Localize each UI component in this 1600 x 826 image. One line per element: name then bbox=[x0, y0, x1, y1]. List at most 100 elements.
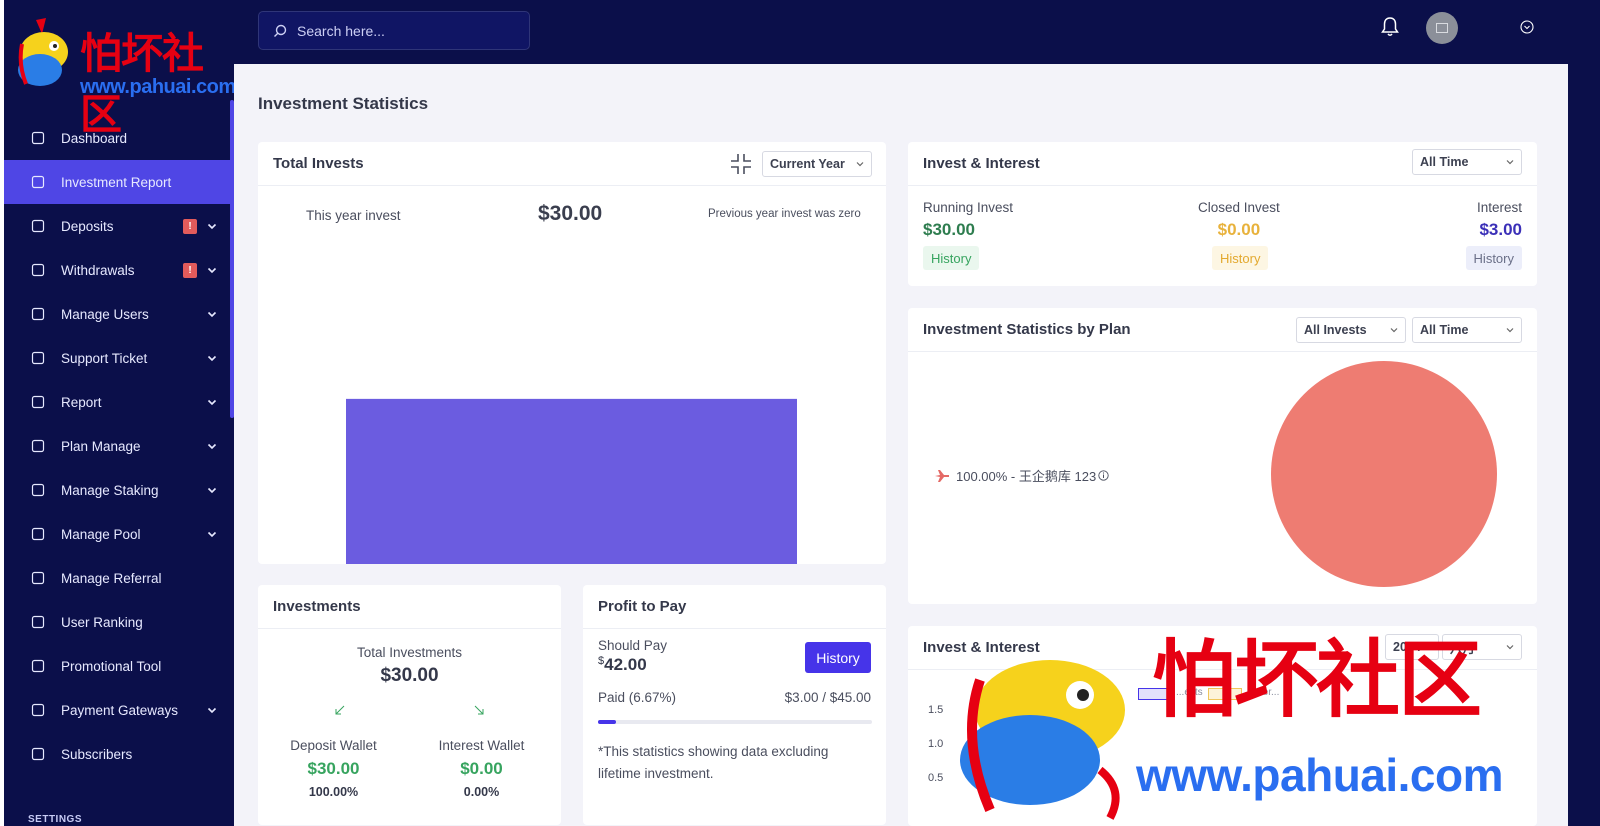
chevron-down-icon bbox=[206, 352, 218, 364]
period-select-value: All Time bbox=[1420, 323, 1469, 337]
deposit-icon bbox=[30, 218, 46, 234]
plane-icon bbox=[935, 469, 949, 482]
sidebar-item-label: Dashboard bbox=[61, 130, 128, 146]
thumbs-up-icon bbox=[30, 746, 46, 762]
sidebar-item-promotional-tool[interactable]: Promotional Tool bbox=[4, 644, 234, 688]
sidebar-item-payment-gateways[interactable]: Payment Gateways bbox=[4, 688, 234, 732]
chevron-down-icon bbox=[206, 484, 218, 496]
chevron-down-icon bbox=[1506, 160, 1514, 165]
pie-legend-item: 100.00% - 王企鹅库 123 bbox=[934, 466, 1109, 485]
y-tick: 0.5 bbox=[928, 772, 944, 784]
sidebar-item-deposits[interactable]: Deposits! bbox=[4, 204, 234, 248]
running-invest-value: $30.00 bbox=[923, 220, 975, 239]
y-tick: 1.5 bbox=[928, 704, 944, 716]
invest-interest-card: Invest & Interest All Time Running Inves… bbox=[908, 142, 1537, 286]
sidebar-item-label: Subscribers bbox=[61, 746, 133, 762]
topbar bbox=[234, 0, 1600, 64]
deposit-wallet-percent: 100.00% bbox=[308, 785, 359, 799]
chevron-down-icon bbox=[206, 220, 218, 232]
closed-invest-value: $0.00 bbox=[1217, 220, 1261, 239]
running-invest: Running Invest $30.00 bbox=[923, 200, 1013, 240]
logo[interactable]: 怕坏社区 www.pahuai.com bbox=[16, 14, 234, 139]
notification-badge: ! bbox=[183, 219, 197, 234]
sidebar-item-manage-pool[interactable]: Manage Pool bbox=[4, 512, 234, 556]
watermark-fish-logo-icon bbox=[960, 660, 1125, 820]
medal-icon bbox=[30, 614, 46, 630]
deposit-wallet-value: $30.00 bbox=[307, 759, 360, 778]
ad-icon bbox=[30, 658, 46, 674]
plan-select[interactable]: All Invests bbox=[1296, 317, 1406, 343]
sidebar-item-dashboard[interactable]: Dashboard bbox=[4, 116, 234, 160]
chevron-down-icon bbox=[206, 704, 218, 716]
card-title: Investments bbox=[273, 598, 361, 615]
info-icon[interactable] bbox=[1098, 470, 1109, 481]
notification-badge: ! bbox=[183, 263, 197, 278]
search-input[interactable] bbox=[297, 22, 517, 39]
users-icon bbox=[30, 306, 46, 322]
running-history-button[interactable]: History bbox=[923, 246, 980, 270]
sidebar-item-subscribers[interactable]: Subscribers bbox=[4, 732, 234, 776]
history-button[interactable]: History bbox=[805, 642, 871, 673]
card-header: Invest & Interest All Time bbox=[908, 142, 1537, 186]
card-header: Investments bbox=[258, 585, 561, 629]
sidebar-item-manage-users[interactable]: Manage Users bbox=[4, 292, 234, 336]
interest-wallet: Interest Wallet $0.00 0.00% bbox=[406, 738, 557, 799]
should-pay-amount: $42.00 bbox=[598, 655, 647, 675]
chevron-down-icon[interactable] bbox=[1520, 20, 1534, 34]
bell-icon[interactable] bbox=[1380, 16, 1400, 38]
interest-history-button[interactable]: History bbox=[1465, 246, 1522, 270]
arrow-down-right-icon bbox=[474, 705, 484, 715]
search-box[interactable] bbox=[258, 11, 530, 50]
chevron-down-icon bbox=[206, 308, 218, 320]
trend-icon bbox=[30, 482, 46, 498]
paid-label: Paid (6.67%) bbox=[598, 690, 677, 705]
closed-invest-label: Closed Invest bbox=[1198, 200, 1280, 215]
card-header: Investment Statistics by Plan All Invest… bbox=[908, 308, 1537, 352]
total-investments-label: Total Investments bbox=[356, 645, 463, 660]
profit-to-pay-card: Profit to Pay Should Pay $42.00 History … bbox=[583, 585, 886, 825]
should-pay-label: Should Pay bbox=[598, 638, 668, 653]
card-header: Profit to Pay bbox=[583, 585, 886, 629]
avatar[interactable] bbox=[1426, 12, 1458, 44]
bar-chart-icon bbox=[30, 174, 46, 190]
closed-history-button[interactable]: History bbox=[1212, 246, 1269, 270]
list-icon bbox=[30, 394, 46, 410]
home-icon bbox=[30, 130, 46, 146]
sidebar-nav: Dashboard Investment Report Deposits! Withd… bbox=[4, 116, 234, 776]
sidebar-item-user-ranking[interactable]: User Ranking bbox=[4, 600, 234, 644]
period-select-value: All Time bbox=[1420, 155, 1469, 169]
interest-label: Interest bbox=[1476, 200, 1522, 215]
interest-wallet-value: $0.00 bbox=[460, 759, 503, 778]
chevron-down-icon bbox=[1390, 328, 1398, 333]
paid-progress-bar bbox=[598, 720, 872, 724]
sidebar-item-label: Manage Referral bbox=[61, 570, 162, 586]
sidebar-item-investment-report[interactable]: Investment Report bbox=[4, 160, 234, 204]
window-edge bbox=[1568, 0, 1600, 826]
paid-progress-fill bbox=[598, 720, 617, 724]
period-select[interactable]: All Time bbox=[1412, 317, 1522, 343]
statistics-note: *This statistics showing data excluding … bbox=[598, 744, 829, 781]
pie-slice[interactable] bbox=[1271, 361, 1497, 587]
sidebar-item-report[interactable]: Report bbox=[4, 380, 234, 424]
chart-bar[interactable] bbox=[346, 398, 797, 564]
card-title: Investment Statistics by Plan bbox=[923, 321, 1131, 338]
pie-legend-label: 100.00% - 王企鹅库 123 bbox=[956, 469, 1097, 484]
running-invest-label: Running Invest bbox=[923, 200, 1014, 215]
page-title: Investment Statistics bbox=[258, 94, 429, 113]
sidebar-item-manage-staking[interactable]: Manage Staking bbox=[4, 468, 234, 512]
chevron-down-icon bbox=[1506, 645, 1514, 650]
sidebar-item-label: User Ranking bbox=[61, 614, 143, 630]
watermark-title: 怕坏社区 bbox=[1152, 630, 1482, 729]
card-title: Invest & Interest bbox=[923, 155, 1040, 172]
interest-wallet-percent: 0.00% bbox=[463, 785, 500, 799]
sidebar-item-support-ticket[interactable]: Support Ticket bbox=[4, 336, 234, 380]
investments-card: Investments Total Investments $30.00 Dep… bbox=[258, 585, 561, 825]
card-icon bbox=[30, 702, 46, 718]
sidebar-item-plan-manage[interactable]: Plan Manage bbox=[4, 424, 234, 468]
sidebar-item-withdrawals[interactable]: Withdrawals! bbox=[4, 248, 234, 292]
sidebar-item-manage-referral[interactable]: Manage Referral bbox=[4, 556, 234, 600]
stats-by-plan-card: Investment Statistics by Plan All Invest… bbox=[908, 308, 1537, 604]
period-select[interactable]: All Time bbox=[1412, 149, 1522, 175]
logo-url: www.pahuai.com bbox=[80, 76, 234, 98]
should-pay-value: 42.00 bbox=[604, 655, 647, 674]
